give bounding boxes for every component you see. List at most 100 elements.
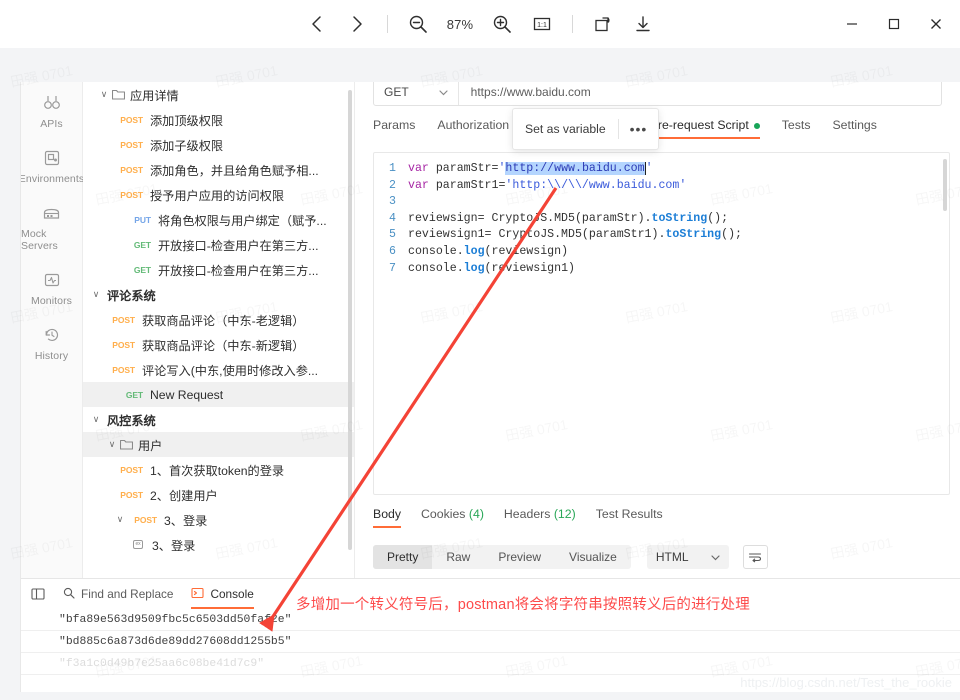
cookies-count: (4)	[468, 507, 484, 521]
http-method-badge: POST	[134, 514, 157, 525]
http-method-badge: POST	[120, 464, 143, 475]
chevron-down-icon[interactable]: ∨	[97, 89, 111, 100]
actual-size-icon[interactable]: 1:1	[525, 7, 559, 41]
tab-authorization[interactable]: Authorization	[437, 118, 509, 139]
sidebar-item-history[interactable]: History	[21, 316, 82, 371]
line-number: 1	[389, 162, 396, 175]
tab-params[interactable]: Params	[373, 118, 415, 139]
set-as-variable-button[interactable]: Set as variable	[513, 122, 618, 136]
code-line: 5 reviewsign1= CryptoJS.MD5(paramStr1).to…	[374, 227, 949, 244]
chevron-down-icon[interactable]: ∨	[89, 289, 103, 300]
format-preview[interactable]: Preview	[484, 545, 555, 569]
tree-request-row[interactable]: POST 获取商品评论（中东-新逻辑）	[83, 332, 354, 357]
sidebar-item-apis[interactable]: APIs	[21, 84, 82, 139]
response-tab-test-results[interactable]: Test Results	[596, 507, 663, 528]
code-line: 6 console.log(reviewsign)	[374, 244, 949, 261]
sidebar-item-monitors[interactable]: Monitors	[21, 261, 82, 316]
http-method-badge: POST	[112, 314, 135, 325]
close-button[interactable]	[916, 4, 956, 44]
more-options-icon[interactable]: •••	[619, 121, 659, 137]
tree-request-row[interactable]: POST 添加顶级权限	[83, 107, 354, 132]
chevron-down-icon	[710, 550, 720, 564]
next-image-button[interactable]	[340, 7, 374, 41]
chevron-down-icon[interactable]: ∨	[89, 414, 103, 425]
find-and-replace-label: Find and Replace	[81, 587, 174, 601]
http-method-badge: POST	[120, 489, 143, 500]
tab-pre-request-script[interactable]: Pre-request Script	[649, 118, 760, 139]
zoom-out-icon[interactable]	[401, 7, 435, 41]
code-text: reviewsign= CryptoJS.MD5(paramStr).toStr…	[408, 211, 729, 225]
tree-request-row[interactable]: GET New Request	[83, 382, 354, 407]
format-pretty[interactable]: Pretty	[373, 545, 433, 569]
sidebar-label-mock-servers: Mock Servers	[21, 228, 58, 252]
code-line: 4 reviewsign= CryptoJS.MD5(paramStr).toSt…	[374, 211, 949, 228]
tree-request-row[interactable]: POST 获取商品评论（中东-老逻辑）	[83, 307, 354, 332]
maximize-button[interactable]	[874, 4, 914, 44]
response-language-selector[interactable]: HTML	[646, 545, 729, 569]
tree-scrollbar[interactable]	[348, 90, 352, 550]
tree-request-row[interactable]: GET 开放接口-检查用户在第三方...	[83, 257, 354, 282]
tab-tests[interactable]: Tests	[782, 118, 811, 139]
sidebar-label-monitors: Monitors	[30, 295, 73, 307]
format-visualize[interactable]: Visualize	[555, 545, 631, 569]
response-tab-headers-label: Headers	[503, 507, 551, 521]
url-input[interactable]: https://www.baidu.com	[459, 85, 591, 99]
tree-row-label: 将角色权限与用户绑定（赋予...	[158, 213, 327, 228]
tree-folder-row[interactable]: ∨ 风控系统	[83, 407, 354, 432]
console-button[interactable]: Console	[191, 579, 255, 609]
chevron-down-icon[interactable]: ∨	[113, 514, 127, 525]
tree-folder-row[interactable]: ∨ 评论系统	[83, 282, 354, 307]
search-icon	[63, 587, 75, 602]
zoom-in-icon[interactable]	[485, 7, 519, 41]
http-method-selector[interactable]: GET	[374, 82, 459, 105]
tree-row-label: 1、首次获取token的登录	[150, 463, 285, 478]
tree-row-label: 2、创建用户	[150, 488, 218, 503]
console-log-lines: "bfa89e563d9509fbc5c6503dd50faf2e" "bd885…	[21, 609, 960, 675]
wrap-lines-icon[interactable]	[742, 545, 768, 569]
code-text: console.log(reviewsign)	[408, 244, 569, 258]
tree-request-row[interactable]: POST 添加角色，并且给角色赋予相...	[83, 157, 354, 182]
download-icon[interactable]	[626, 7, 660, 41]
sidebar-toggle-icon[interactable]	[31, 579, 45, 609]
tree-request-row[interactable]: POST 添加子级权限	[83, 132, 354, 157]
tree-row-label: 3、登录	[152, 538, 196, 553]
response-tabs: Body Cookies (4) Headers (12) Test Resul…	[373, 507, 950, 533]
tree-folder-row[interactable]: ∨ 用户	[83, 432, 354, 457]
tab-pre-request-script-label: Pre-request Script	[649, 118, 749, 132]
tree-folder-row[interactable]: ∨ 应用详情	[83, 82, 354, 107]
tab-settings[interactable]: Settings	[832, 118, 876, 139]
console-icon	[191, 587, 205, 602]
tree-row-label: 开放接口-检查用户在第三方...	[158, 238, 319, 253]
tree-request-row[interactable]: ∨ POST 3、登录	[83, 507, 354, 532]
sidebar-item-mock-servers[interactable]: Mock Servers	[21, 194, 82, 261]
chevron-down-icon[interactable]: ∨	[105, 439, 119, 450]
format-raw[interactable]: Raw	[432, 545, 484, 569]
tree-row-label: 应用详情	[130, 88, 179, 103]
http-method-badge: GET	[133, 239, 151, 250]
line-number: 3	[389, 195, 396, 209]
http-method-badge: POST	[120, 139, 143, 150]
tree-example-row[interactable]: ex 3、登录	[83, 532, 354, 557]
minimize-button[interactable]	[832, 4, 872, 44]
sidebar-item-environments[interactable]: Environments	[20, 139, 85, 194]
http-method-badge: POST	[120, 114, 143, 125]
tree-request-row[interactable]: POST 授予用户应用的访问权限	[83, 182, 354, 207]
previous-image-button[interactable]	[300, 7, 334, 41]
find-and-replace-button[interactable]: Find and Replace	[63, 579, 173, 609]
sidebar-label-environments: Environments	[20, 173, 85, 185]
tree-request-row[interactable]: POST 1、首次获取token的登录	[83, 457, 354, 482]
viewer-controls: 87% 1:1	[300, 7, 660, 41]
tree-request-row[interactable]: POST 2、创建用户	[83, 482, 354, 507]
pre-request-script-editor[interactable]: 1 var paramStr='http://www.baidu.com' 2 var…	[373, 152, 950, 495]
response-tab-headers[interactable]: Headers (12)	[504, 507, 576, 528]
tree-request-row[interactable]: GET 开放接口-检查用户在第三方...	[83, 232, 354, 257]
tree-request-row[interactable]: PUT 将角色权限与用户绑定（赋予...	[83, 207, 354, 232]
rotate-icon[interactable]	[586, 7, 620, 41]
folder-icon	[111, 89, 126, 100]
tree-row-label: 添加子级权限	[150, 138, 224, 153]
response-tab-cookies[interactable]: Cookies (4)	[421, 507, 484, 528]
editor-scrollbar[interactable]	[943, 159, 947, 211]
tree-request-row[interactable]: POST 评论写入(中东,使用时修改入参...	[83, 357, 354, 382]
response-tab-body[interactable]: Body	[373, 507, 402, 528]
console-log-line: "bd885c6a873d6de89dd27608dd1255b5"	[21, 631, 960, 653]
